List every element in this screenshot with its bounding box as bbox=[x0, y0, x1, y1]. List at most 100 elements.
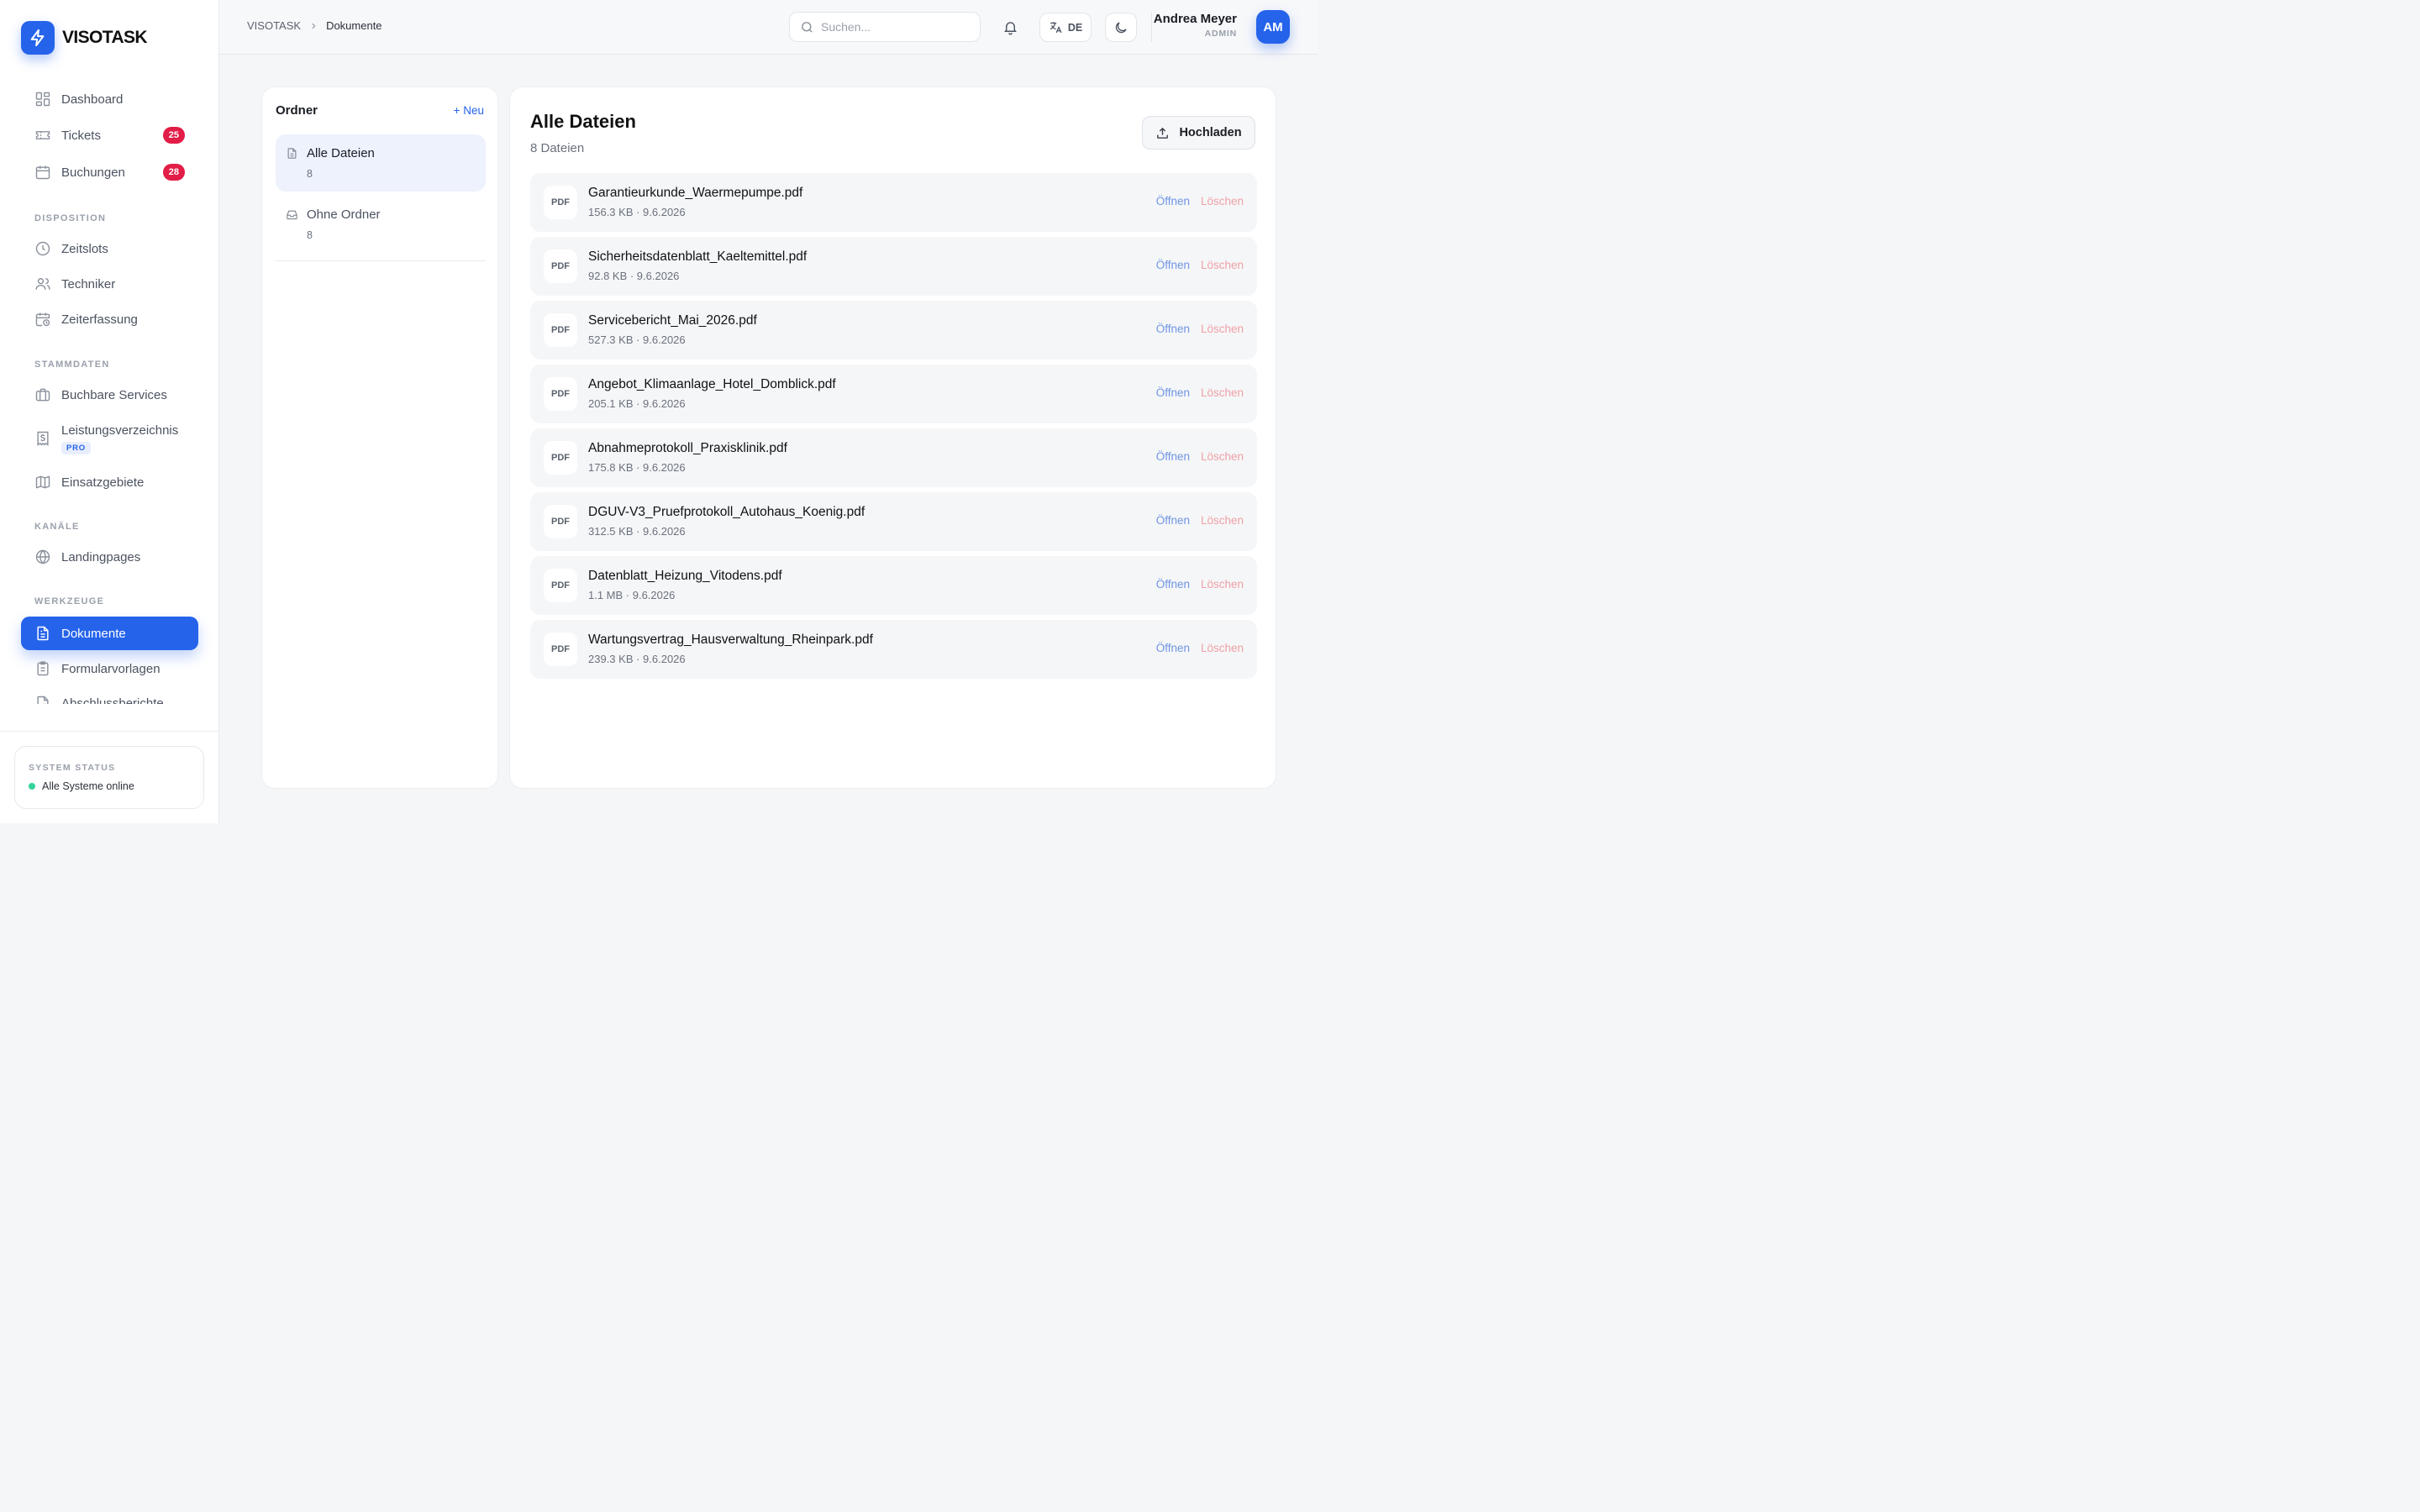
file-row[interactable]: PDF Datenblatt_Heizung_Vitodens.pdf 1.1 … bbox=[530, 556, 1257, 615]
file-row[interactable]: PDF Wartungsvertrag_Hausverwaltung_Rhein… bbox=[530, 620, 1257, 679]
search-icon bbox=[800, 20, 814, 34]
sidebar-item-tickets[interactable]: Tickets 25 bbox=[21, 118, 198, 152]
sidebar-item-label: Buchungen bbox=[61, 165, 125, 180]
open-file-button[interactable]: Öffnen bbox=[1156, 450, 1190, 463]
delete-file-button[interactable]: Löschen bbox=[1201, 195, 1244, 207]
search-input[interactable] bbox=[821, 20, 964, 34]
upload-icon bbox=[1155, 126, 1170, 140]
folder-count: 8 bbox=[307, 168, 313, 180]
breadcrumb-root[interactable]: VISOTASK bbox=[247, 19, 301, 32]
language-button[interactable]: DE bbox=[1039, 13, 1092, 42]
sidebar-item-label: Dashboard bbox=[61, 92, 124, 107]
user-role: ADMIN bbox=[1204, 29, 1237, 39]
folder-label: Ohne Ordner bbox=[307, 207, 381, 222]
open-file-button[interactable]: Öffnen bbox=[1156, 259, 1190, 271]
document-icon bbox=[34, 625, 51, 642]
file-name: DGUV-V3_Pruefprotokoll_Autohaus_Koenig.p… bbox=[588, 505, 865, 519]
files-panel: Alle Dateien 8 Dateien Hochladen PDF Gar… bbox=[509, 87, 1276, 789]
clock-icon bbox=[34, 240, 51, 257]
folder-item-alle-dateien[interactable]: Alle Dateien 8 bbox=[276, 134, 486, 192]
delete-file-button[interactable]: Löschen bbox=[1201, 514, 1244, 527]
folder-item-ohne-ordner[interactable]: Ohne Ordner 8 bbox=[276, 196, 486, 253]
ticket-icon bbox=[34, 127, 51, 144]
file-meta: 175.8 KB · 9.6.2026 bbox=[588, 461, 686, 474]
pdf-file-icon: PDF bbox=[544, 569, 577, 602]
file-row[interactable]: PDF Servicebericht_Mai_2026.pdf 527.3 KB… bbox=[530, 301, 1257, 360]
delete-file-button[interactable]: Löschen bbox=[1201, 323, 1244, 335]
sidebar-item-label: Landingpages bbox=[61, 549, 141, 564]
file-row[interactable]: PDF Abnahmeprotokoll_Praxisklinik.pdf 17… bbox=[530, 428, 1257, 487]
sidebar-item-label: Abschlussberichte bbox=[61, 696, 164, 705]
translate-icon bbox=[1049, 20, 1063, 34]
sidebar-item-techniker[interactable]: Techniker bbox=[21, 267, 198, 301]
open-file-button[interactable]: Öffnen bbox=[1156, 642, 1190, 654]
bolt-icon bbox=[21, 21, 55, 55]
system-status-title: SYSTEM STATUS bbox=[29, 763, 116, 773]
sidebar-nav[interactable]: Dashboard Tickets 25 Buchungen 28 DISPOS… bbox=[0, 80, 219, 704]
sidebar-item-formularvorlagen[interactable]: Formularvorlagen bbox=[21, 652, 198, 685]
folder-count: 8 bbox=[307, 229, 313, 241]
file-meta: 527.3 KB · 9.6.2026 bbox=[588, 333, 686, 346]
sidebar-item-label: Zeiterfassung bbox=[61, 312, 138, 327]
sidebar-item-dashboard[interactable]: Dashboard bbox=[21, 82, 198, 116]
delete-file-button[interactable]: Löschen bbox=[1201, 450, 1244, 463]
pdf-file-icon: PDF bbox=[544, 377, 577, 411]
pdf-file-icon: PDF bbox=[544, 441, 577, 475]
sidebar-item-abschlussberichte[interactable]: Abschlussberichte bbox=[21, 686, 198, 704]
sidebar-item-einsatzgebiete[interactable]: Einsatzgebiete bbox=[21, 465, 198, 499]
top-header: VISOTASK Dokumente DE Andrea Meyer ADMIN… bbox=[219, 0, 1318, 55]
open-file-button[interactable]: Öffnen bbox=[1156, 514, 1190, 527]
file-meta: 205.1 KB · 9.6.2026 bbox=[588, 397, 686, 410]
pdf-file-icon: PDF bbox=[544, 505, 577, 538]
sidebar-item-buchungen[interactable]: Buchungen 28 bbox=[21, 155, 198, 189]
sidebar-item-zeiterfassung[interactable]: Zeiterfassung bbox=[21, 302, 198, 336]
status-dot-icon bbox=[29, 783, 35, 790]
user-info[interactable]: Andrea Meyer ADMIN bbox=[1154, 12, 1237, 39]
file-name: Servicebericht_Mai_2026.pdf bbox=[588, 313, 757, 328]
files-count: 8 Dateien bbox=[530, 141, 585, 155]
avatar[interactable]: AM bbox=[1256, 10, 1290, 44]
sidebar-item-landingpages[interactable]: Landingpages bbox=[21, 540, 198, 574]
delete-file-button[interactable]: Löschen bbox=[1201, 642, 1244, 654]
open-file-button[interactable]: Öffnen bbox=[1156, 386, 1190, 399]
open-file-button[interactable]: Öffnen bbox=[1156, 195, 1190, 207]
page-title: Alle Dateien bbox=[530, 111, 636, 132]
brand[interactable]: VISOTASK bbox=[21, 21, 148, 55]
system-status-card: SYSTEM STATUS Alle Systeme online bbox=[14, 746, 204, 809]
file-row[interactable]: PDF Sicherheitsdatenblatt_Kaeltemittel.p… bbox=[530, 237, 1257, 296]
section-label-disposition: DISPOSITION bbox=[34, 213, 107, 223]
theme-toggle-button[interactable] bbox=[1105, 13, 1137, 42]
sidebar-item-leistungsverzeichnis[interactable]: Leistungsverzeichnis PRO bbox=[21, 413, 198, 464]
new-folder-button[interactable]: + Neu bbox=[454, 104, 484, 117]
sidebar-item-buchbare-services[interactable]: Buchbare Services bbox=[21, 378, 198, 412]
notifications-button[interactable] bbox=[996, 13, 1024, 42]
file-name: Sicherheitsdatenblatt_Kaeltemittel.pdf bbox=[588, 249, 808, 264]
breadcrumb: VISOTASK Dokumente bbox=[247, 19, 382, 32]
file-row[interactable]: PDF Angebot_Klimaanlage_Hotel_Domblick.p… bbox=[530, 365, 1257, 423]
sidebar-item-label: Zeitslots bbox=[61, 241, 108, 256]
sidebar-item-label: Dokumente bbox=[61, 626, 126, 641]
file-name: Wartungsvertrag_Hausverwaltung_Rheinpark… bbox=[588, 633, 873, 647]
open-file-button[interactable]: Öffnen bbox=[1156, 578, 1190, 591]
delete-file-button[interactable]: Löschen bbox=[1201, 259, 1244, 271]
calendar-clock-icon bbox=[34, 311, 51, 328]
delete-file-button[interactable]: Löschen bbox=[1201, 578, 1244, 591]
delete-file-button[interactable]: Löschen bbox=[1201, 386, 1244, 399]
search-box[interactable] bbox=[789, 12, 981, 42]
sidebar-item-zeitslots[interactable]: Zeitslots bbox=[21, 232, 198, 265]
clipboard-icon bbox=[34, 660, 51, 677]
upload-button[interactable]: Hochladen bbox=[1142, 116, 1255, 150]
section-label-kanaele: KANÄLE bbox=[34, 522, 80, 532]
pdf-file-icon: PDF bbox=[544, 186, 577, 219]
open-file-button[interactable]: Öffnen bbox=[1156, 323, 1190, 335]
file-meta: 1.1 MB · 9.6.2026 bbox=[588, 589, 676, 601]
sidebar-item-label: Tickets bbox=[61, 128, 101, 143]
receipt-icon bbox=[34, 430, 51, 447]
user-name: Andrea Meyer bbox=[1153, 12, 1237, 26]
sidebar-item-label: Formularvorlagen bbox=[61, 661, 160, 676]
users-icon bbox=[34, 276, 51, 292]
tickets-count-badge: 25 bbox=[162, 127, 185, 144]
sidebar-item-dokumente[interactable]: Dokumente bbox=[21, 617, 198, 650]
file-row[interactable]: PDF DGUV-V3_Pruefprotokoll_Autohaus_Koen… bbox=[530, 492, 1257, 551]
file-row[interactable]: PDF Garantieurkunde_Waermepumpe.pdf 156.… bbox=[530, 173, 1257, 232]
